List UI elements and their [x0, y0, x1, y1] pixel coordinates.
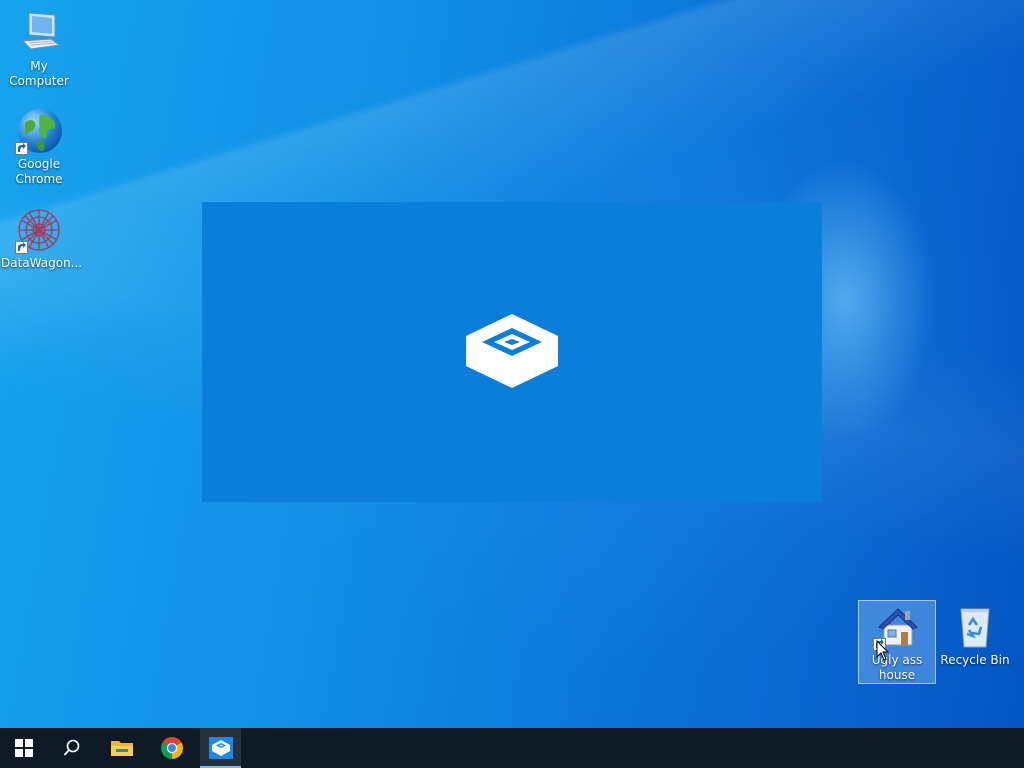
search-button[interactable]: [48, 728, 96, 768]
shortcut-arrow-icon: [15, 142, 28, 155]
taskbar-google-chrome[interactable]: [148, 728, 196, 768]
chrome-icon: [161, 737, 183, 759]
folder-icon: [111, 741, 133, 756]
chrome-globe-icon: [15, 107, 63, 155]
sandbox-box-icon: [208, 737, 233, 759]
desktop-icon-ugly-ass-house[interactable]: Ugly ass house: [858, 600, 936, 684]
sandbox-box-icon: [462, 310, 562, 390]
mouse-cursor-icon: [876, 639, 890, 662]
desktop-icon-datawagon[interactable]: DataWagon...: [0, 205, 83, 272]
taskbar-sandbox[interactable]: [200, 728, 241, 768]
desktop-icon-google-chrome[interactable]: Google Chrome: [0, 106, 78, 188]
computer-icon: [15, 9, 63, 57]
taskbar: [0, 728, 1024, 768]
desktop-icon-label: Recycle Bin: [940, 653, 1010, 667]
desktop-icon-recycle-bin[interactable]: Recycle Bin: [936, 602, 1014, 669]
desktop-icon-my-computer[interactable]: My Computer: [0, 8, 78, 90]
start-button[interactable]: [0, 728, 48, 768]
taskbar-file-explorer[interactable]: [98, 728, 146, 768]
desktop-icon-label: My Computer: [9, 59, 69, 88]
search-icon: [63, 739, 80, 756]
desktop-icon-label: DataWagon...: [1, 256, 83, 270]
sandbox-splash-window: [202, 202, 822, 502]
desktop-icon-label: Ugly ass house: [871, 653, 923, 682]
recycle-bin-icon: [951, 603, 999, 651]
windows-logo-icon: [15, 739, 33, 757]
desktop-icon-label: Google Chrome: [15, 157, 63, 186]
shortcut-arrow-icon: [15, 241, 28, 254]
datawagon-icon: [15, 206, 63, 254]
